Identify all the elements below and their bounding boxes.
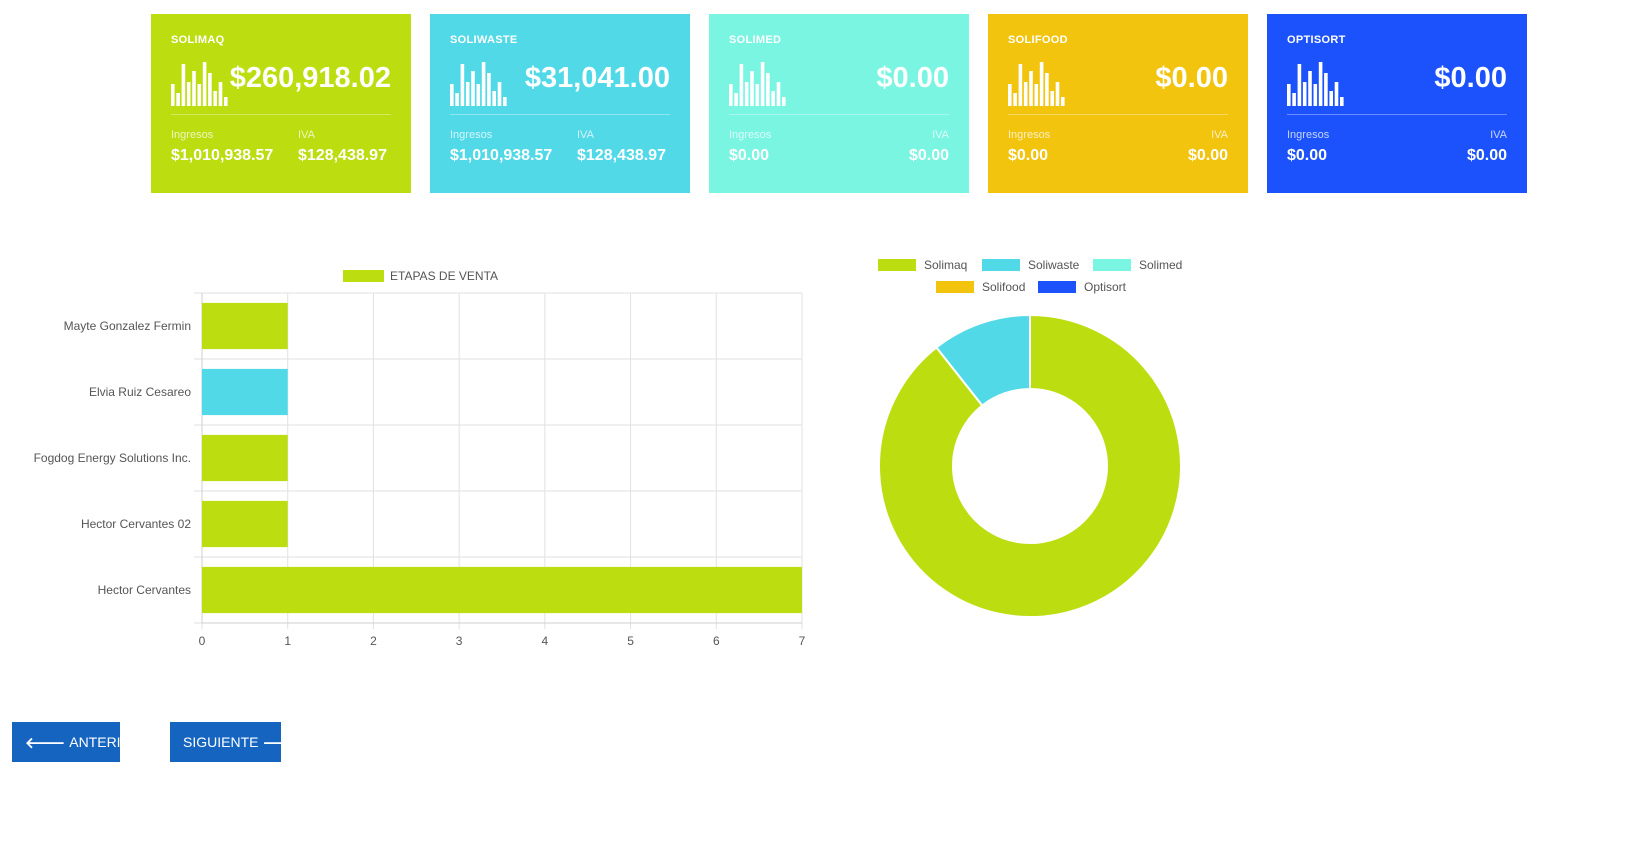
y-category-label: Fogdog Energy Solutions Inc. bbox=[34, 451, 191, 465]
card-total-value: $0.00 bbox=[1155, 62, 1228, 94]
iva-value: $0.00 bbox=[908, 147, 949, 164]
kpi-card-soliwaste: SOLIWASTE $31,041.00 Ingresos $1,010,938.57… bbox=[430, 14, 690, 193]
ingresos-value: $0.00 bbox=[1287, 147, 1328, 164]
iva-label: IVA bbox=[1490, 129, 1507, 141]
previous-button-label: ANTERIOR bbox=[69, 734, 142, 750]
bar-chart-icon bbox=[171, 62, 228, 106]
iva-value: $0.00 bbox=[1466, 147, 1507, 164]
bar-1 bbox=[202, 368, 288, 416]
iva-label: IVA bbox=[1211, 129, 1228, 141]
kpi-card-optisort: OPTISORT $0.00 Ingresos $0.00 IVA $0.00 bbox=[1267, 14, 1527, 193]
ingresos-label: Ingresos bbox=[450, 129, 493, 141]
ingresos-label: Ingresos bbox=[1008, 129, 1051, 141]
card-footer: Ingresos $0.00 IVA $0.00 bbox=[729, 115, 949, 175]
previous-button[interactable]: 🡐 ANTERIOR bbox=[12, 722, 142, 762]
card-footer: Ingresos $0.00 IVA $0.00 bbox=[1008, 115, 1228, 175]
ingresos-label: Ingresos bbox=[1287, 129, 1330, 141]
bar-chart-icon bbox=[1008, 62, 1065, 106]
legend-swatch-optisort bbox=[1038, 281, 1076, 293]
legend-label-solimaq: Solimaq bbox=[924, 258, 967, 272]
iva-value: $128,438.97 bbox=[577, 147, 666, 164]
iva-label: IVA bbox=[932, 129, 949, 141]
arrow-left-icon: 🡐 bbox=[25, 734, 66, 752]
bar-chart-icon bbox=[450, 62, 507, 106]
legend-swatch-solimed bbox=[1093, 259, 1131, 271]
sales-stages-bar-chart: ETAPAS DE VENTA 0 1 2 3 4 5 6 7 Mayte Gonzalez Fe… bbox=[34, 269, 806, 648]
x-tick-label: 6 bbox=[713, 634, 720, 648]
x-tick-label: 1 bbox=[284, 634, 291, 648]
card-title: SOLIFOOD bbox=[1008, 34, 1068, 46]
legend-swatch-soliwaste bbox=[982, 259, 1020, 271]
card-main-row: $31,041.00 bbox=[450, 48, 670, 115]
card-title: SOLIMAQ bbox=[171, 34, 225, 46]
bar-chart-icon bbox=[729, 62, 786, 106]
dashboard-page: SOLIMAQ $260,918.02 Ingresos $1,010,938.57 I… bbox=[0, 0, 1629, 866]
iva-value: $128,438.97 bbox=[298, 147, 387, 164]
legend-label-solifood: Solifood bbox=[982, 280, 1025, 294]
card-main-row: $260,918.02 bbox=[171, 48, 391, 115]
card-footer: Ingresos $0.00 IVA $0.00 bbox=[1287, 115, 1507, 175]
bar-0 bbox=[202, 302, 288, 350]
card-title: SOLIWASTE bbox=[450, 34, 518, 46]
x-tick-label: 0 bbox=[199, 634, 206, 648]
next-button-label: SIGUIENTE bbox=[183, 734, 259, 750]
x-tick-label: 2 bbox=[370, 634, 377, 648]
card-total-value: $31,041.00 bbox=[524, 62, 670, 94]
card-main-row: $0.00 bbox=[1008, 48, 1228, 115]
legend-swatch-solimaq bbox=[878, 259, 916, 271]
y-category-label: Elvia Ruiz Cesareo bbox=[89, 385, 191, 399]
x-tick-label: 5 bbox=[627, 634, 634, 648]
y-category-label: Hector Cervantes 02 bbox=[81, 517, 191, 531]
ingresos-label: Ingresos bbox=[171, 129, 214, 141]
ingresos-value: $0.00 bbox=[1008, 147, 1049, 164]
iva-label: IVA bbox=[577, 129, 594, 141]
x-tick-label: 7 bbox=[799, 634, 806, 648]
kpi-card-solifood: SOLIFOOD $0.00 Ingresos $0.00 IVA $0.00 bbox=[988, 14, 1248, 193]
card-total-value: $0.00 bbox=[876, 62, 949, 94]
x-tick-label: 3 bbox=[456, 634, 463, 648]
x-tick-label: 4 bbox=[542, 634, 549, 648]
bar-4 bbox=[202, 566, 802, 614]
legend-label-soliwaste: Soliwaste bbox=[1028, 258, 1080, 272]
legend-label-optisort: Optisort bbox=[1084, 280, 1127, 294]
card-footer: Ingresos $1,010,938.57 IVA $128,438.97 bbox=[171, 115, 391, 175]
ingresos-value: $1,010,938.57 bbox=[450, 147, 553, 164]
legend-label: ETAPAS DE VENTA bbox=[390, 269, 498, 283]
kpi-card-solimaq: SOLIMAQ $260,918.02 Ingresos $1,010,938.57 I… bbox=[151, 14, 411, 193]
next-button[interactable]: SIGUIENTE 🡒 bbox=[170, 722, 303, 762]
arrow-right-icon: 🡒 bbox=[262, 734, 303, 752]
card-total-value: $260,918.02 bbox=[229, 62, 391, 94]
card-main-row: $0.00 bbox=[729, 48, 949, 115]
bar-2 bbox=[202, 434, 288, 482]
business-units-doughnut-chart: Solimaq Soliwaste Solimed Solifood Optisort bbox=[878, 258, 1182, 618]
ingresos-label: Ingresos bbox=[729, 129, 772, 141]
card-main-row: $0.00 bbox=[1287, 48, 1507, 115]
card-footer: Ingresos $1,010,938.57 IVA $128,438.97 bbox=[450, 115, 670, 175]
legend-swatch bbox=[343, 270, 384, 282]
y-category-label: Mayte Gonzalez Fermin bbox=[64, 319, 191, 333]
iva-value: $0.00 bbox=[1187, 147, 1228, 164]
iva-label: IVA bbox=[298, 129, 315, 141]
ingresos-value: $1,010,938.57 bbox=[171, 147, 274, 164]
legend-label-solimed: Solimed bbox=[1139, 258, 1182, 272]
card-title: OPTISORT bbox=[1287, 34, 1346, 46]
card-total-value: $0.00 bbox=[1434, 62, 1507, 94]
ingresos-value: $0.00 bbox=[729, 147, 770, 164]
bar-chart-icon bbox=[1287, 62, 1344, 106]
legend-swatch-solifood bbox=[936, 281, 974, 293]
bar-3 bbox=[202, 500, 288, 548]
y-category-label: Hector Cervantes bbox=[98, 583, 191, 597]
card-title: SOLIMED bbox=[729, 34, 782, 46]
kpi-card-solimed: SOLIMED $0.00 Ingresos $0.00 IVA $0.00 bbox=[709, 14, 969, 193]
